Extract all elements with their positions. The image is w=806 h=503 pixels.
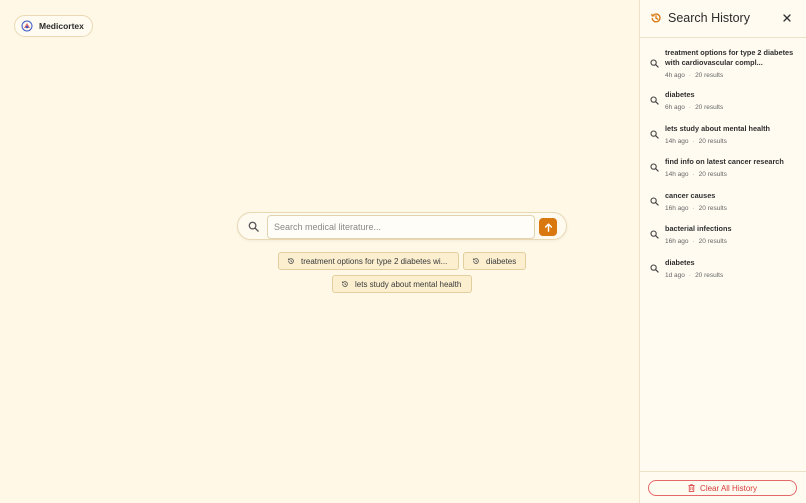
suggestion-chip[interactable]: treatment options for type 2 diabetes wi… <box>278 252 459 270</box>
history-results: 20 results <box>698 204 727 212</box>
suggestion-chip[interactable]: lets study about mental health <box>332 275 472 293</box>
meta-separator: · <box>688 271 692 279</box>
clear-all-history-label: Clear All History <box>700 483 757 493</box>
history-query: diabetes <box>665 257 695 267</box>
close-icon[interactable] <box>782 13 792 23</box>
search-icon <box>650 163 659 172</box>
search-icon <box>650 129 659 139</box>
history-icon <box>472 258 479 264</box>
history-results: 20 results <box>698 171 727 178</box>
history-item[interactable]: diabetes 1d ago · 20 results <box>640 254 806 288</box>
search-history-panel: Search History treatment options for typ… <box>639 0 806 503</box>
history-item[interactable]: find info on latest cancer research 14h … <box>640 153 806 187</box>
history-query: cancer causes <box>665 190 716 200</box>
history-meta: 14h ago · 20 results <box>665 138 727 145</box>
search-bar <box>237 212 567 240</box>
history-query: treatment options for type 2 diabetes wi… <box>665 48 794 67</box>
search-input[interactable] <box>267 215 535 239</box>
history-icon <box>341 281 348 287</box>
search-icon <box>650 59 659 68</box>
meta-separator: · <box>692 238 695 245</box>
history-query: diabetes <box>665 90 695 99</box>
meta-separator: · <box>692 171 695 178</box>
meta-separator: · <box>692 137 695 145</box>
history-item[interactable]: treatment options for type 2 diabetes wi… <box>640 44 806 86</box>
brand-logo[interactable]: Medicortex <box>14 15 93 37</box>
panel-title: Search History <box>668 11 750 25</box>
history-query: bacterial infections <box>665 224 732 233</box>
history-icon <box>651 13 661 23</box>
panel-footer: Clear All History <box>640 471 806 503</box>
search-icon <box>650 196 659 206</box>
arrow-up-icon <box>544 222 552 232</box>
history-item[interactable]: lets study about mental health 14h ago ·… <box>640 120 806 154</box>
history-time: 14h ago <box>665 137 689 145</box>
history-meta: 14h ago · 20 results <box>665 171 727 178</box>
brand-name: Medicortex <box>39 21 84 31</box>
history-results: 20 results <box>698 137 727 145</box>
search-icon <box>650 230 659 239</box>
history-item[interactable]: bacterial infections 16h ago · 20 result… <box>640 220 806 254</box>
history-time: 14h ago <box>665 171 689 178</box>
history-time: 16h ago <box>665 204 689 212</box>
history-time: 1d ago <box>665 271 685 279</box>
search-icon <box>650 263 659 273</box>
submit-search-button[interactable] <box>539 218 557 236</box>
history-item[interactable]: diabetes 6h ago · 20 results <box>640 86 806 120</box>
trash-icon <box>688 484 695 492</box>
history-time: 6h ago <box>665 104 685 111</box>
history-meta: 16h ago · 20 results <box>665 205 727 212</box>
history-query: find info on latest cancer research <box>665 157 784 166</box>
history-time: 4h ago <box>665 72 685 79</box>
panel-header: Search History <box>640 0 806 38</box>
history-meta: 1d ago · 20 results <box>665 272 723 279</box>
history-meta: 6h ago · 20 results <box>665 104 723 111</box>
history-time: 16h ago <box>665 238 689 245</box>
meta-separator: · <box>688 104 692 111</box>
meta-separator: · <box>692 204 695 212</box>
history-meta: 16h ago · 20 results <box>665 238 727 245</box>
history-results: 20 results <box>698 238 727 245</box>
history-results: 20 results <box>695 271 724 279</box>
suggestion-label: lets study about mental health <box>355 279 462 289</box>
medicortex-logo-icon <box>21 20 33 32</box>
history-item[interactable]: cancer causes 16h ago · 20 results <box>640 187 806 221</box>
history-meta: 4h ago · 20 results <box>665 72 723 79</box>
history-results: 20 results <box>695 72 724 79</box>
suggestion-chip[interactable]: diabetes <box>463 252 526 270</box>
search-icon <box>650 96 659 105</box>
history-query: lets study about mental health <box>665 123 771 133</box>
history-results: 20 results <box>695 104 724 111</box>
search-icon <box>248 221 259 232</box>
meta-separator: · <box>688 72 692 79</box>
history-list: treatment options for type 2 diabetes wi… <box>640 44 806 287</box>
clear-all-history-button[interactable]: Clear All History <box>648 480 797 496</box>
history-icon <box>287 258 294 264</box>
suggestion-label: treatment options for type 2 diabetes wi… <box>301 256 448 266</box>
suggestion-label: diabetes <box>486 256 517 266</box>
